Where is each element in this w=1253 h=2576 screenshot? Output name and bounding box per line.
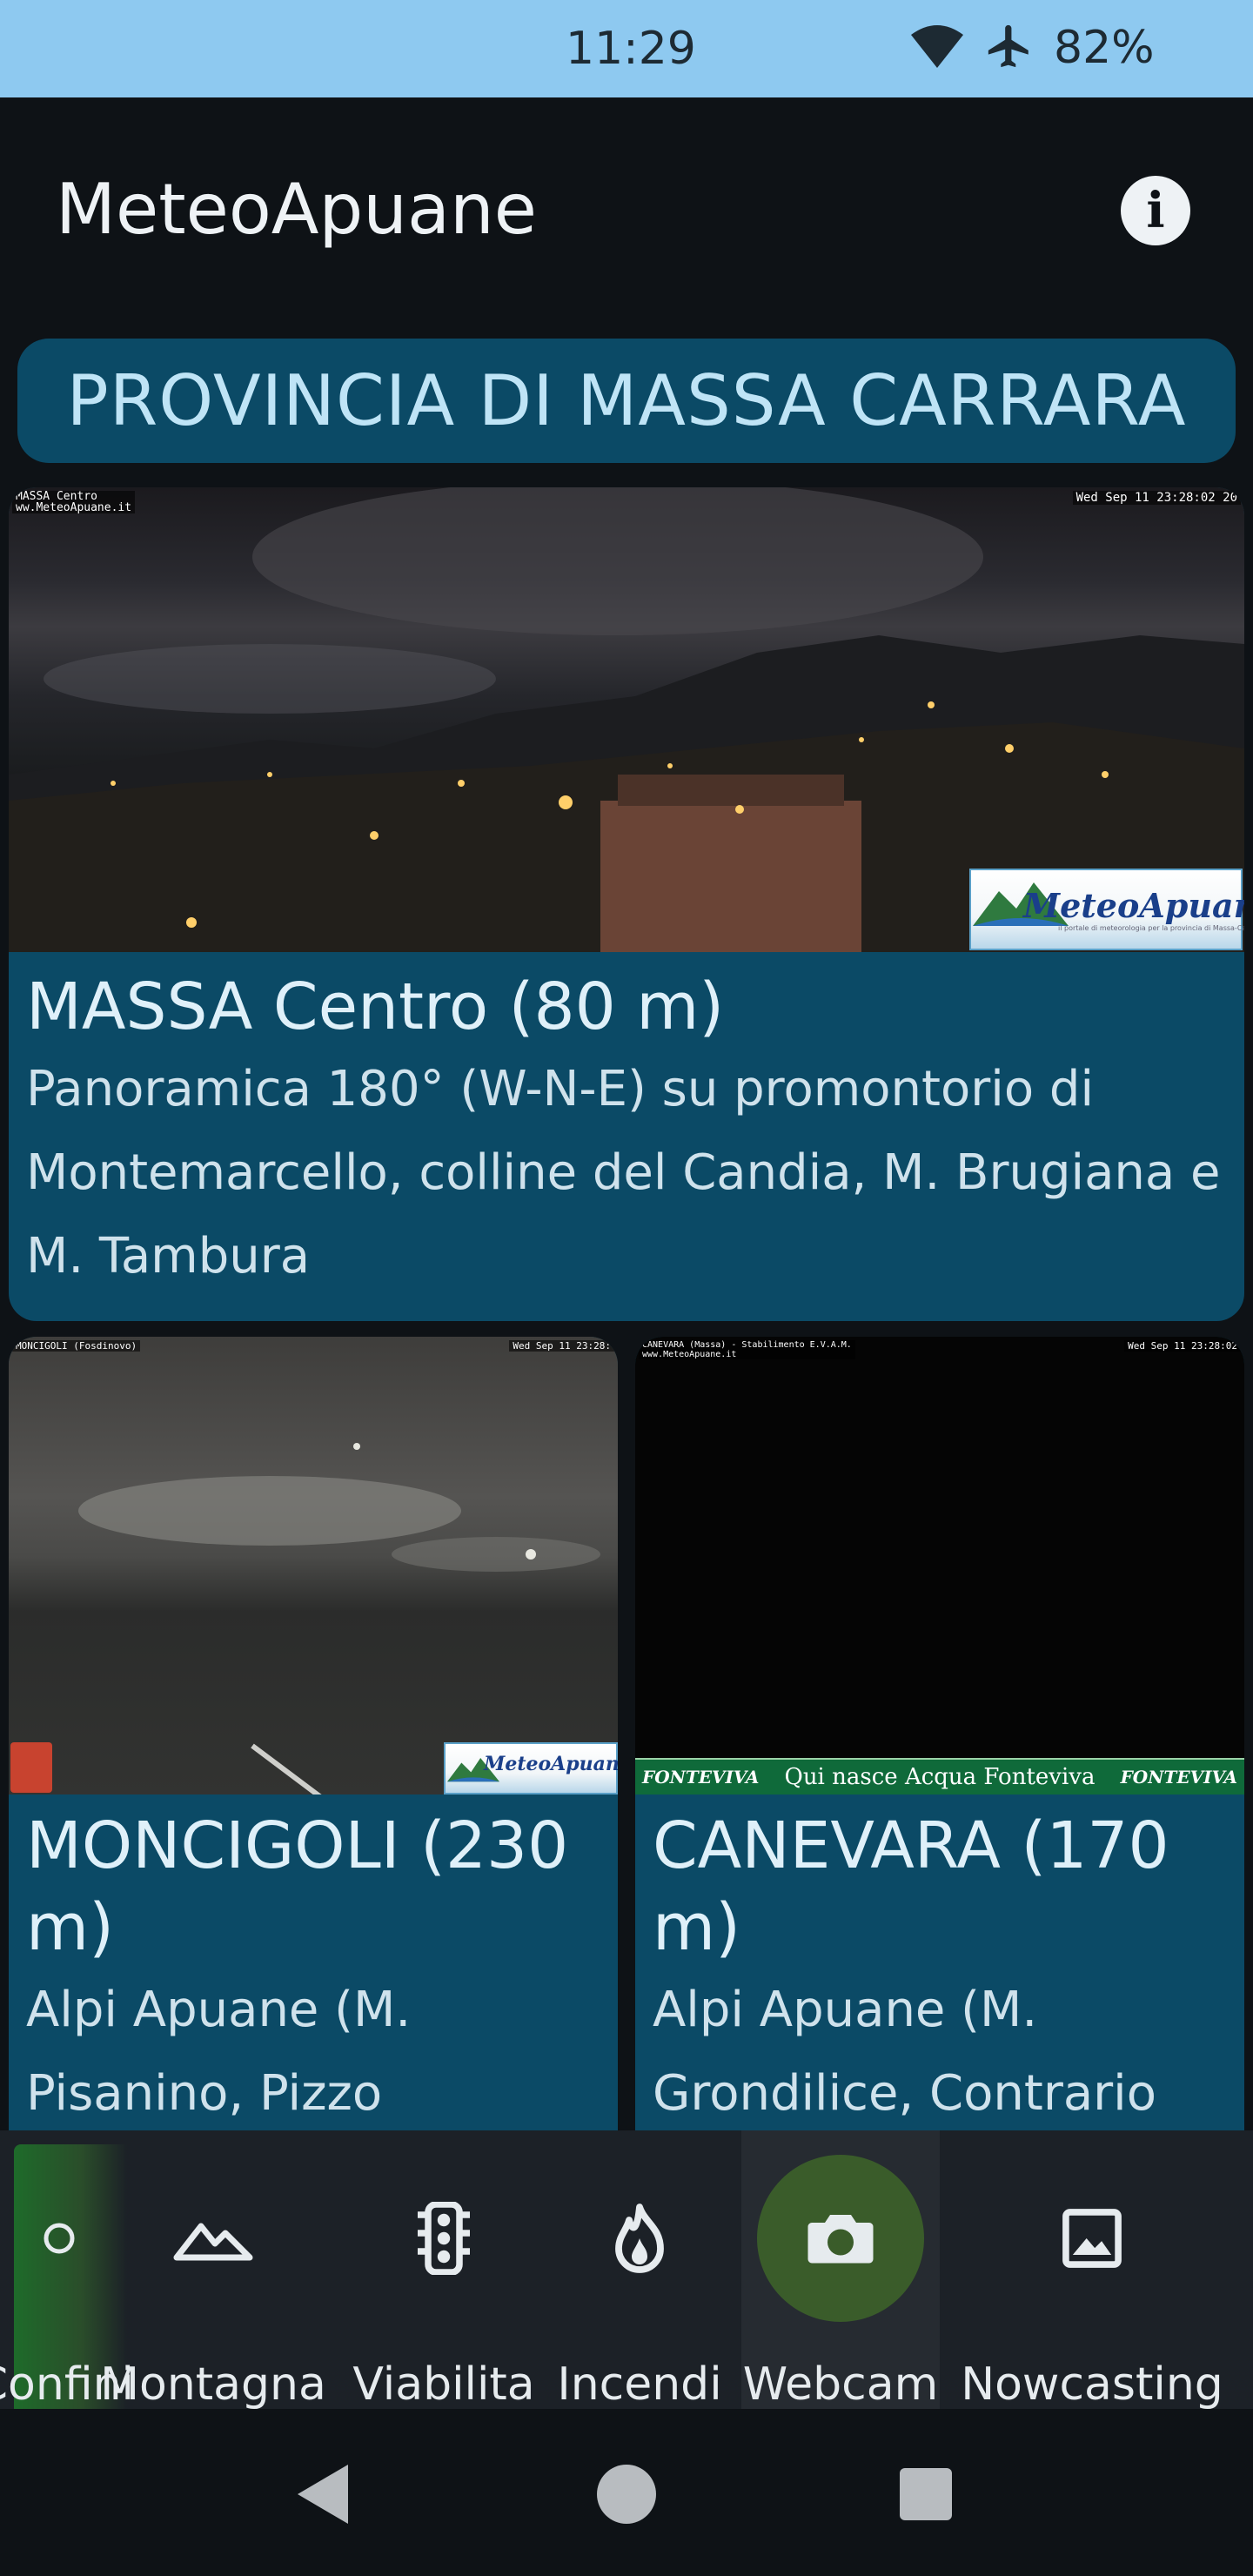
webcam-timestamp: Wed Sep 11 23:28:	[509, 1340, 614, 1352]
nav-label: Nowcasting	[961, 2358, 1223, 2411]
nav-item-nowcasting[interactable]: Nowcasting	[948, 2130, 1236, 2411]
town-crest-icon	[10, 1742, 52, 1793]
webcam-image: MONCIGOLI (Fosdinovo) Wed Sep 11 23:28: …	[9, 1337, 618, 1794]
webcam-image: MASSA Centro ww.MeteoApuane.it Wed Sep 11…	[9, 487, 1244, 952]
meteoapuane-logo: MeteoApuane il portale di meteorologia p…	[969, 869, 1244, 950]
nav-label: Viabilita	[352, 2358, 535, 2411]
webcam-title: CANEVARA (170 m)	[653, 1808, 1169, 1965]
back-icon[interactable]	[292, 2461, 355, 2531]
webcam-label-location: MONCIGOLI (Fosdinovo)	[12, 1340, 141, 1352]
meteoapuane-logo: MeteoApuane	[444, 1742, 618, 1794]
image-icon	[1050, 2197, 1134, 2280]
webcam-label-location: CANEVARA (Massa) - Stabilimento E.V.A.M.…	[639, 1340, 855, 1359]
webcam-timestamp: Wed Sep 11 23:28:02	[1124, 1340, 1241, 1352]
app-title: MeteoApuane	[56, 169, 537, 250]
webcam-timestamp: Wed Sep 11 23:28:02 20	[1072, 491, 1241, 505]
banner-brand-right: FONTEVIVA	[1120, 1767, 1237, 1788]
border-icon	[17, 2197, 101, 2280]
webcam-title: MASSA Centro (80 m)	[26, 969, 725, 1044]
nav-item-viabilita[interactable]: Viabilita	[339, 2130, 548, 2411]
fire-icon	[598, 2197, 681, 2280]
webcam-title: MONCIGOLI (230 m)	[26, 1808, 569, 1965]
airplane-icon	[984, 21, 1035, 75]
banner-text: Qui nasce Acqua Fonteviva	[784, 1764, 1096, 1790]
info-icon[interactable]: i	[1121, 176, 1190, 245]
nav-label: Montagna	[100, 2358, 326, 2411]
battery-percent: 82%	[1054, 22, 1155, 74]
webcam-list[interactable]: PROVINCIA DI MASSA CARRARA MASSA Centro w…	[0, 324, 1253, 2130]
webcam-card-moncigoli[interactable]: MONCIGOLI (Fosdinovo) Wed Sep 11 23:28: …	[9, 1337, 618, 2130]
webcam-description: Alpi Apuane (M. Pisanino, Pizzo	[26, 1982, 412, 2122]
webcam-card-massa-centro[interactable]: MASSA Centro ww.MeteoApuane.it Wed Sep 11…	[9, 487, 1244, 1321]
nav-item-webcam[interactable]: Webcam	[741, 2130, 940, 2411]
webcam-card-canevara[interactable]: CANEVARA (Massa) - Stabilimento E.V.A.M.…	[635, 1337, 1244, 2130]
wifi-icon	[909, 23, 965, 73]
status-bar: 11:29 82%	[0, 0, 1253, 97]
nav-item-montagna[interactable]: Montagna	[96, 2130, 331, 2411]
recents-icon[interactable]	[900, 2468, 952, 2520]
system-navigation-bar	[0, 2409, 1253, 2576]
app-bar: MeteoApuane i	[0, 97, 1253, 324]
mountain-icon	[171, 2197, 255, 2280]
webcam-image: CANEVARA (Massa) - Stabilimento E.V.A.M.…	[635, 1337, 1244, 1794]
webcam-label-location: MASSA Centro ww.MeteoApuane.it	[12, 491, 136, 513]
nav-label: Webcam	[742, 2358, 939, 2411]
camera-icon	[799, 2197, 882, 2280]
nav-item-incendi[interactable]: Incendi	[548, 2130, 731, 2411]
nav-label: Incendi	[557, 2358, 722, 2411]
fonteviva-banner: FONTEVIVA Qui nasce Acqua Fonteviva FONT…	[635, 1758, 1244, 1794]
section-header: PROVINCIA DI MASSA CARRARA	[17, 339, 1236, 463]
banner-brand-left: FONTEVIVA	[642, 1767, 760, 1788]
webcam-description: Panoramica 180° (W-N-E) su promontorio d…	[26, 1061, 1221, 1285]
status-icons: 82%	[909, 19, 1155, 77]
traffic-light-icon	[402, 2197, 486, 2280]
home-icon[interactable]	[597, 2465, 656, 2524]
bottom-navigation: Confini Montagna Viabilita Incendi Webca…	[0, 2130, 1253, 2411]
webcam-description: Alpi Apuane (M. Grondilice, Contrario	[653, 1982, 1157, 2122]
status-time: 11:29	[566, 23, 696, 75]
